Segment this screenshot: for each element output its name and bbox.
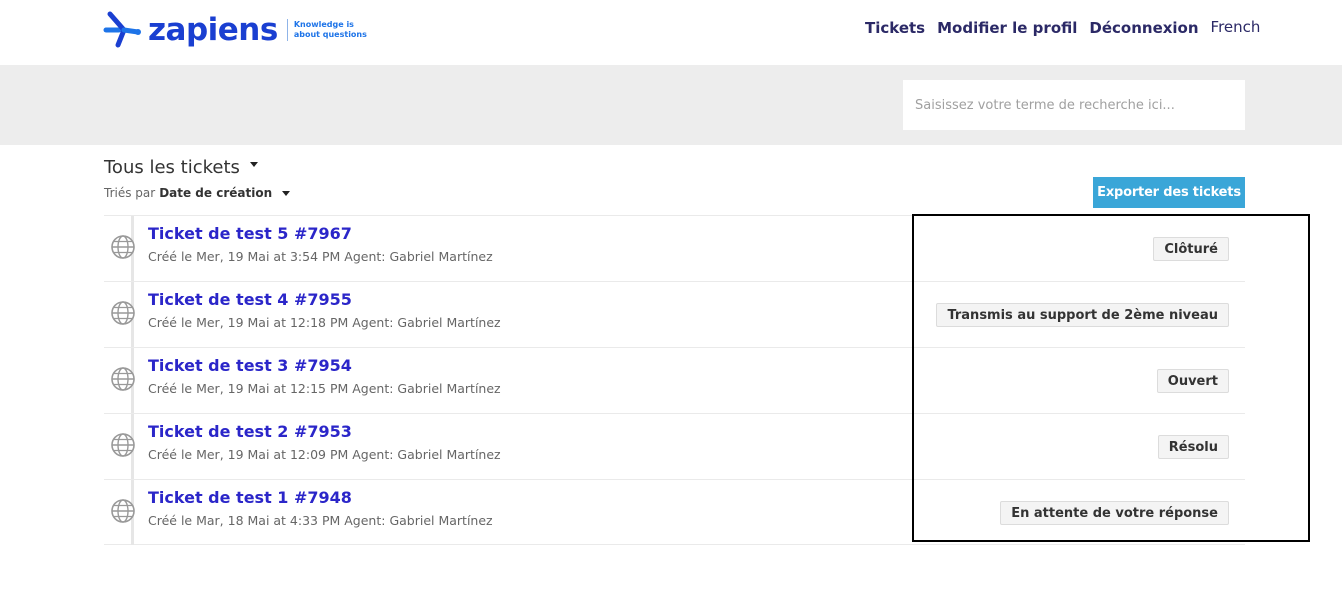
nav-logout-link[interactable]: Déconnexion <box>1089 19 1198 37</box>
zapiens-logo-mark-icon <box>103 11 141 48</box>
ticket-title-link[interactable]: Ticket de test 2 #7953 <box>148 422 352 441</box>
ticket-list: Ticket de test 5 #7967 Créé le Mer, 19 M… <box>104 215 1245 545</box>
ticket-row[interactable]: Ticket de test 1 #7948 Créé le Mar, 18 M… <box>104 479 1245 545</box>
nav-edit-profile-link[interactable]: Modifier le profil <box>937 19 1077 37</box>
sort-dropdown[interactable]: Triés par Date de création <box>104 186 291 200</box>
ticket-row[interactable]: Ticket de test 4 #7955 Créé le Mer, 19 M… <box>104 281 1245 347</box>
sort-value: Date de création <box>159 186 273 200</box>
top-header: zapiens Knowledge is about questions Tic… <box>0 0 1342 65</box>
ticket-title-link[interactable]: Ticket de test 4 #7955 <box>148 290 352 309</box>
status-badge: Transmis au support de 2ème niveau <box>936 303 1229 327</box>
ticket-title-link[interactable]: Ticket de test 5 #7967 <box>148 224 352 243</box>
ticket-meta: Créé le Mar, 18 Mai at 4:33 PM Agent: Ga… <box>148 513 493 528</box>
list-title: Tous les tickets <box>104 157 240 178</box>
ticket-title-link[interactable]: Ticket de test 1 #7948 <box>148 488 352 507</box>
logo-tagline: Knowledge is about questions <box>294 20 367 40</box>
ticket-row[interactable]: Ticket de test 2 #7953 Créé le Mer, 19 M… <box>104 413 1245 479</box>
globe-icon <box>111 367 135 391</box>
logo-tagline-line1: Knowledge is <box>293 20 354 29</box>
search-input[interactable] <box>903 80 1245 130</box>
status-badge: Ouvert <box>1156 369 1229 393</box>
ticket-meta: Créé le Mer, 19 Mai at 12:15 PM Agent: G… <box>148 381 501 396</box>
globe-icon <box>111 301 135 325</box>
search-band <box>0 65 1342 145</box>
ticket-filter-dropdown[interactable]: Tous les tickets <box>104 157 258 178</box>
caret-down-icon <box>282 190 291 196</box>
globe-icon <box>111 235 135 259</box>
ticket-title-link[interactable]: Ticket de test 3 #7954 <box>148 356 352 375</box>
export-tickets-button[interactable]: Exporter des tickets <box>1093 177 1245 208</box>
logo-tagline-line2: about questions <box>293 30 367 39</box>
main-nav: Tickets Modifier le profil Déconnexion F… <box>865 18 1261 37</box>
language-selector[interactable]: French <box>1211 18 1261 36</box>
globe-icon <box>111 433 135 457</box>
logo-divider <box>286 19 288 41</box>
status-badge: Résolu <box>1157 435 1229 459</box>
globe-icon <box>111 499 135 523</box>
ticket-row[interactable]: Ticket de test 5 #7967 Créé le Mer, 19 M… <box>104 215 1245 281</box>
logo-wordmark: zapiens <box>148 11 278 48</box>
zapiens-logo[interactable]: zapiens Knowledge is about questions <box>100 10 367 50</box>
ticket-meta: Créé le Mer, 19 Mai at 12:18 PM Agent: G… <box>148 315 501 330</box>
caret-down-icon <box>249 162 258 167</box>
nav-tickets-link[interactable]: Tickets <box>865 19 925 37</box>
ticket-meta: Créé le Mer, 19 Mai at 3:54 PM Agent: Ga… <box>148 249 493 264</box>
ticket-meta: Créé le Mer, 19 Mai at 12:09 PM Agent: G… <box>148 447 501 462</box>
status-badge: Clôturé <box>1153 237 1229 261</box>
ticket-row[interactable]: Ticket de test 3 #7954 Créé le Mer, 19 M… <box>104 347 1245 413</box>
status-badge: En attente de votre réponse <box>1000 501 1229 525</box>
sort-prefix: Triés par <box>104 186 156 200</box>
